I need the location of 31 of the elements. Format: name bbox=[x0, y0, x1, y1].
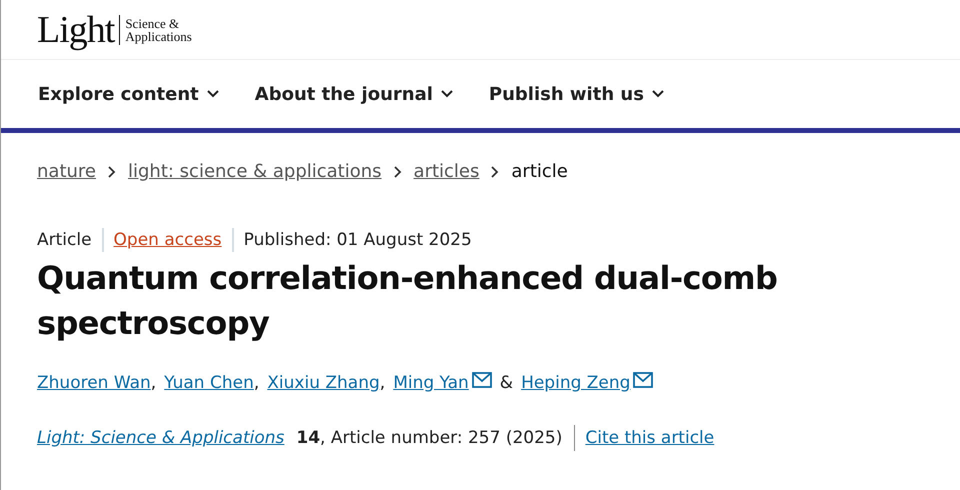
mail-icon[interactable] bbox=[472, 372, 492, 388]
chevron-right-icon bbox=[394, 166, 402, 178]
author-separator: , bbox=[150, 373, 156, 393]
journal-link[interactable]: Light: Science & Applications bbox=[37, 428, 284, 448]
author-link[interactable]: Heping Zeng bbox=[521, 373, 630, 393]
breadcrumb-link[interactable]: nature bbox=[37, 161, 96, 182]
nav-menu-item[interactable]: Publish with us bbox=[488, 84, 664, 104]
open-access-link[interactable]: Open access bbox=[102, 228, 232, 252]
publish-date: Published: 01 August 2025 bbox=[232, 228, 482, 252]
article-title: Quantum correlation-enhanced dual-comb spectroscopy bbox=[37, 258, 778, 344]
breadcrumb-link[interactable]: articles bbox=[414, 161, 480, 182]
chevron-down-icon bbox=[206, 90, 219, 98]
breadcrumb-link[interactable]: light: science & applications bbox=[128, 161, 382, 182]
chevron-right-icon bbox=[491, 166, 500, 178]
author-separator: , bbox=[380, 373, 386, 393]
author-link[interactable]: Xiuxiu Zhang bbox=[267, 373, 380, 393]
author-separator: & bbox=[500, 373, 514, 393]
breadcrumb-current: article bbox=[511, 161, 568, 182]
mail-icon[interactable] bbox=[633, 372, 654, 388]
nav-menu-item[interactable]: Explore content bbox=[38, 84, 219, 104]
author-link[interactable]: Ming Yan bbox=[393, 373, 469, 393]
citation-details: 14, Article number: 257 (2025) bbox=[296, 428, 562, 448]
author-link[interactable]: Yuan Chen bbox=[164, 373, 254, 393]
article-type: Article bbox=[37, 229, 93, 252]
chevron-down-icon bbox=[652, 90, 664, 98]
nav-menu-item[interactable]: About the journal bbox=[254, 84, 453, 104]
chevron-right-icon bbox=[108, 166, 116, 178]
cite-link[interactable]: Cite this article bbox=[574, 425, 714, 451]
chevron-down-icon bbox=[440, 90, 453, 98]
author-link[interactable]: Zhuoren Wan bbox=[37, 373, 151, 393]
author-separator: , bbox=[254, 373, 260, 393]
